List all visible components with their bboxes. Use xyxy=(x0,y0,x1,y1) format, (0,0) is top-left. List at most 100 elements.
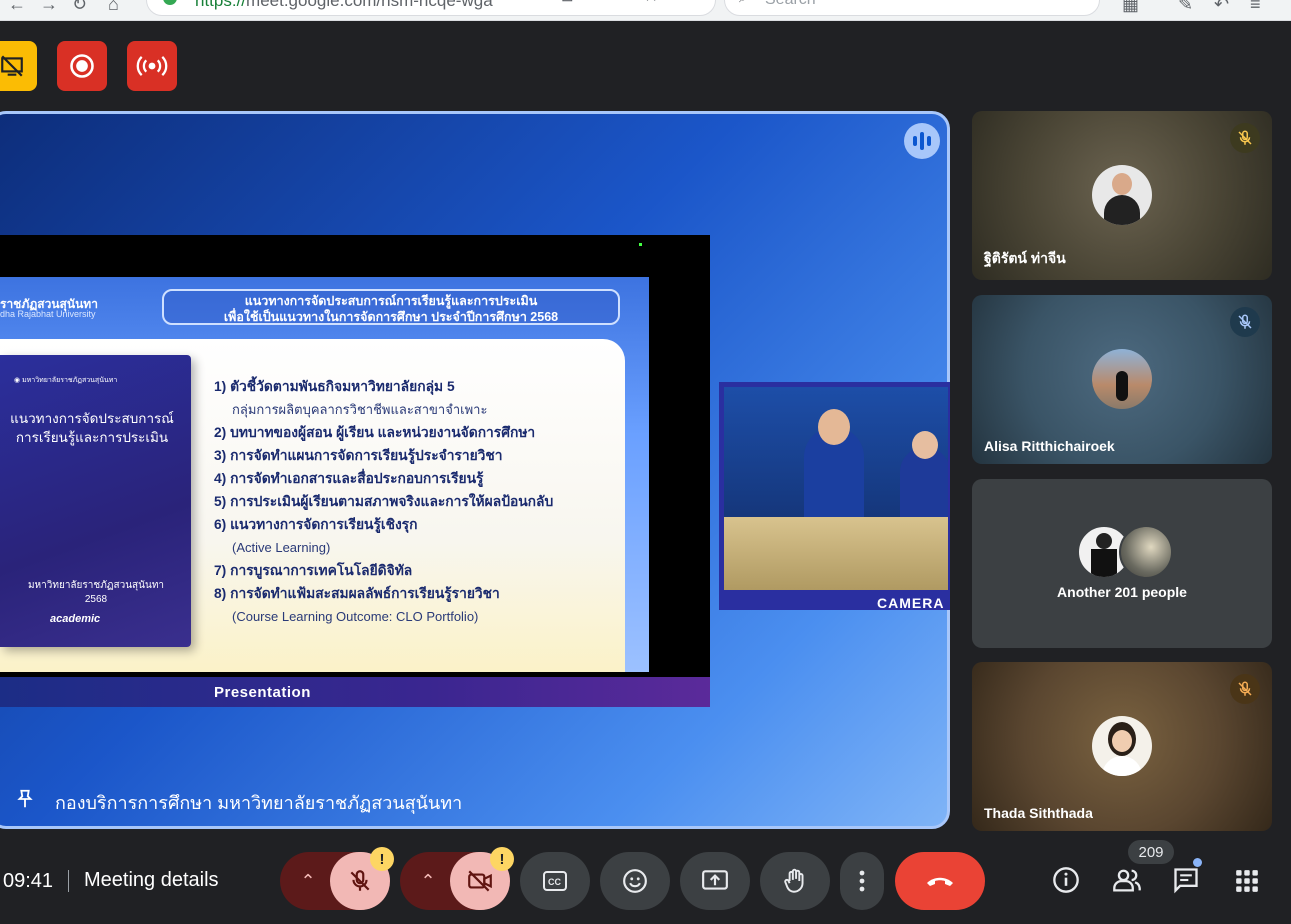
slide-topic-list: 1) ตัวชี้วัดตามพันธกิจมหาวิทยาลัยกลุ่ม 5… xyxy=(214,375,614,628)
search-icon: ⌕ xyxy=(739,0,747,6)
avatar xyxy=(1119,525,1173,579)
chat-button[interactable] xyxy=(1172,866,1200,899)
book-brand: academic xyxy=(50,613,101,625)
svg-text:CC: CC xyxy=(548,877,561,887)
slide-subitem: (Course Learning Outcome: CLO Portfolio) xyxy=(232,609,479,624)
end-call-icon xyxy=(927,877,953,886)
avatar xyxy=(1092,349,1152,409)
more-icon xyxy=(859,870,865,892)
slide-item: 3) การจัดทำแผนการจัดการเรียนรู้ประจำรายว… xyxy=(214,448,503,463)
book-title-line2: การเรียนรู้และการประเมิน xyxy=(15,430,169,445)
presentation-label: Presentation xyxy=(214,684,311,701)
slide-title-line1: แนวทางการจัดประสบการณ์การเรียนรู้และการป… xyxy=(244,294,538,308)
info-icon xyxy=(1053,867,1079,893)
mic-muted-badge xyxy=(1230,307,1260,337)
url-text: https://meet.google.com/nsm-ncqe-wga xyxy=(195,0,493,10)
record-icon xyxy=(70,54,94,78)
extensions-icon[interactable]: ▦ xyxy=(1122,0,1139,15)
forward-icon[interactable]: → xyxy=(40,0,58,15)
speaking-icon xyxy=(904,123,940,159)
camera-off-icon xyxy=(468,870,492,892)
slide-item: 6) แนวทางการจัดการเรียนรู้เชิงรุก xyxy=(214,517,418,532)
clock-time: 09:41 xyxy=(3,870,54,892)
raise-hand-button[interactable] xyxy=(760,852,830,910)
pin-icon[interactable] xyxy=(14,788,36,810)
participant-tile[interactable]: Alisa Ritthichairoek xyxy=(972,295,1272,464)
book-foot-line2: 2568 xyxy=(84,594,108,605)
mic-off-icon xyxy=(1238,681,1252,696)
chat-icon xyxy=(1174,868,1198,894)
slide-item: 5) การประเมินผู้เรียนตามสภาพจริงและการให… xyxy=(214,494,554,509)
mic-muted-badge xyxy=(1230,123,1260,153)
meeting-details-button[interactable]: Meeting details xyxy=(84,869,219,892)
activities-icon xyxy=(1236,870,1258,892)
camera-inset-video xyxy=(724,387,948,590)
book-logo-text: มหาวิทยาลัยราชภัฏสวนสุนันทา xyxy=(22,377,118,384)
presentation-slide: ราชภัฏสวนสุนันทา dha Rajabhat University… xyxy=(0,277,649,672)
security-icon xyxy=(163,0,177,5)
mic-options-chevron-icon[interactable]: ⌃ xyxy=(280,871,336,892)
browser-toolbar: ← → ↻ ⌂ https://meet.google.com/nsm-ncqe… xyxy=(0,0,1291,21)
slide-item: 4) การจัดทำเอกสารและสื่อประกอบการเรียนรู… xyxy=(214,471,484,486)
feedback-icon[interactable]: ✎ xyxy=(1178,0,1193,15)
captions-button[interactable]: CC xyxy=(520,852,590,910)
book-footer: มหาวิทยาลัยราชภัฏสวนสุนันทา 2568 xyxy=(6,579,186,607)
mic-warning-badge: ! xyxy=(370,847,394,871)
chat-notification-dot xyxy=(1193,858,1202,867)
live-stream-icon xyxy=(136,56,168,76)
bookmark-star-icon[interactable]: ☆ xyxy=(643,0,659,6)
people-button[interactable] xyxy=(1112,866,1142,899)
slide-university-en: dha Rajabhat University xyxy=(0,309,96,319)
participant-name: ฐิติรัตน์ ท่าจีน xyxy=(984,250,1066,266)
menu-icon[interactable]: ≡ xyxy=(1250,0,1261,15)
meeting-info-button[interactable] xyxy=(1052,866,1080,899)
translate-icon[interactable]: ⊟ xyxy=(561,0,574,5)
no-present-button[interactable] xyxy=(0,41,37,91)
forward-icon[interactable]: ← xyxy=(8,0,26,15)
mic-off-icon xyxy=(350,870,370,891)
camera-options-chevron-icon[interactable]: ⌃ xyxy=(400,871,456,892)
participant-name: Alisa Ritthichairoek xyxy=(984,438,1115,454)
mic-muted-badge xyxy=(1230,674,1260,704)
reactions-button[interactable] xyxy=(600,852,670,910)
search-placeholder: Search xyxy=(765,0,816,9)
avatar xyxy=(1092,716,1152,776)
reload-icon[interactable]: ↻ xyxy=(72,0,87,15)
captions-icon: CC xyxy=(543,871,567,891)
recording-button[interactable] xyxy=(57,41,107,91)
camera-warning-badge: ! xyxy=(490,847,514,871)
more-options-button[interactable] xyxy=(840,852,884,910)
book-cover: ◉ มหาวิทยาลัยราชภัฏสวนสุนันทา แนวทางการจ… xyxy=(0,355,191,647)
presentation-banner xyxy=(0,677,710,707)
raise-hand-icon xyxy=(784,868,804,893)
slide-item: 8) การจัดทำแฟ้มสะสมผลลัพธ์การเรียนรู้ราย… xyxy=(214,586,500,601)
people-icon xyxy=(1113,869,1141,892)
search-box[interactable]: ⌕ Search xyxy=(724,0,1100,16)
mic-off-icon xyxy=(1238,314,1252,329)
camera-label: CAMERA xyxy=(877,595,945,611)
projector-led xyxy=(639,243,642,246)
speaker-head xyxy=(818,409,850,445)
slide-item: 1) ตัวชี้วัดตามพันธกิจมหาวิทยาลัยกลุ่ม 5 xyxy=(214,379,455,394)
book-title: แนวทางการจัดประสบการณ์ การเรียนรู้และการ… xyxy=(2,409,182,447)
undo-icon[interactable]: ↶ xyxy=(1214,0,1229,15)
mic-off-icon xyxy=(1238,130,1252,145)
participant-tile[interactable]: ฐิติรัตน์ ท่าจีน xyxy=(972,111,1272,280)
home-icon[interactable]: ⌂ xyxy=(108,0,119,15)
address-bar[interactable]: https://meet.google.com/nsm-ncqe-wga ⊟ ☆ xyxy=(146,0,716,16)
slide-item: 2) บทบาทของผู้สอน ผู้เรียน และหน่วยงานจั… xyxy=(214,425,536,440)
divider xyxy=(68,870,69,892)
leave-call-button[interactable] xyxy=(895,852,985,910)
slide-subitem: (Active Learning) xyxy=(232,540,331,555)
live-stream-button[interactable] xyxy=(127,41,177,91)
slide-subitem: กลุ่มการผลิตบุคลากรวิชาชีพและสาขาจำเพาะ xyxy=(232,402,488,417)
avatar xyxy=(1092,165,1152,225)
speaker-table xyxy=(724,517,948,590)
others-count-label: Another 201 people xyxy=(1057,584,1187,600)
activities-button[interactable] xyxy=(1234,868,1260,899)
book-title-line1: แนวทางการจัดประสบการณ์ xyxy=(10,411,174,426)
participant-name: Thada Siththada xyxy=(984,805,1093,821)
present-button[interactable] xyxy=(680,852,750,910)
participant-tile[interactable]: Thada Siththada xyxy=(972,662,1272,831)
others-tile[interactable]: Another 201 people xyxy=(972,479,1272,648)
